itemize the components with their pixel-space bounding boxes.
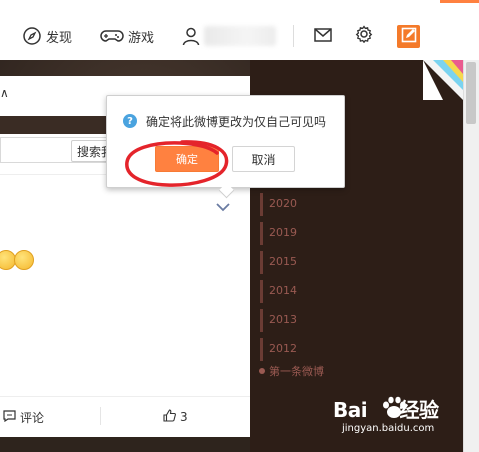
user-icon: [181, 26, 201, 46]
chevron-down-icon[interactable]: [216, 197, 230, 216]
top-nav-bar: 发现 游戏: [0, 0, 479, 61]
nav-divider: [293, 25, 294, 47]
comment-button[interactable]: 评论: [3, 409, 44, 426]
timeline-year-label: 2014: [269, 284, 297, 297]
dialog-message: 确定将此微博更改为仅自己可见吗: [146, 115, 327, 129]
colorful-corner-decoration: [423, 60, 463, 100]
timeline-year-label: 2019: [269, 226, 297, 239]
timeline-bar: [260, 280, 263, 303]
mail-icon: [314, 27, 332, 46]
comment-icon: [3, 410, 16, 425]
timeline-year-item[interactable]: 2013: [259, 306, 379, 335]
timeline-first-post[interactable]: 第一条微博: [259, 363, 324, 379]
gamepad-icon: [100, 26, 124, 46]
cancel-button[interactable]: 取消: [232, 146, 295, 172]
timeline-bar: [260, 338, 263, 361]
post-actions: 评论 3: [0, 396, 250, 437]
card-bottom-edge: [0, 437, 250, 452]
year-timeline: 2020 2019 2015 2014 2013 2012: [259, 190, 379, 364]
timeline-bar: [260, 251, 263, 274]
comment-label: 评论: [20, 411, 45, 425]
first-post-label: 第一条微博: [269, 365, 324, 378]
timeline-year-item[interactable]: 2012: [259, 335, 379, 364]
accent-line: [440, 0, 479, 3]
timeline-year-label: 2012: [269, 342, 297, 355]
edit-icon: [401, 27, 417, 47]
timeline-year-label: 2015: [269, 255, 297, 268]
timeline-year-item[interactable]: 2019: [259, 219, 379, 248]
timeline-year-item[interactable]: 2014: [259, 277, 379, 306]
compass-icon: [22, 26, 42, 46]
scrollbar-thumb[interactable]: [466, 62, 476, 124]
annotation-circle: [125, 140, 229, 187]
like-count: 3: [180, 410, 188, 424]
timeline-dot: [259, 368, 265, 374]
thumbs-up-icon: [163, 409, 176, 425]
paw-icon: [383, 396, 406, 418]
action-divider: [100, 407, 101, 425]
blurred-username: [204, 26, 276, 46]
emoji-icon: [14, 250, 34, 270]
timeline-year-item[interactable]: 2020: [259, 190, 379, 219]
timeline-bar: [260, 309, 263, 332]
watermark-url: jingyan.baidu.com: [342, 423, 435, 434]
compose-button[interactable]: [397, 25, 420, 48]
like-button[interactable]: 3: [163, 409, 188, 425]
timeline-bar: [260, 222, 263, 245]
baidu-watermark: Bai 经验 jingyan.baidu.com: [333, 394, 459, 444]
timeline-bar: [260, 193, 263, 216]
nav-games[interactable]: 游戏: [100, 24, 154, 48]
timeline-year-label: 2013: [269, 313, 297, 326]
timeline-year-label: 2020: [269, 197, 297, 210]
gear-icon: [355, 25, 373, 47]
timeline-year-item[interactable]: 2015: [259, 248, 379, 277]
messages-button[interactable]: [313, 26, 333, 46]
settings-button[interactable]: [354, 25, 374, 47]
header-caret-glyph: ∧: [0, 86, 9, 100]
nav-games-label: 游戏: [128, 30, 155, 46]
nav-profile[interactable]: [181, 24, 201, 48]
nav-discover[interactable]: 发现: [22, 24, 72, 48]
question-icon: ?: [123, 114, 137, 128]
nav-discover-label: 发现: [46, 30, 73, 46]
